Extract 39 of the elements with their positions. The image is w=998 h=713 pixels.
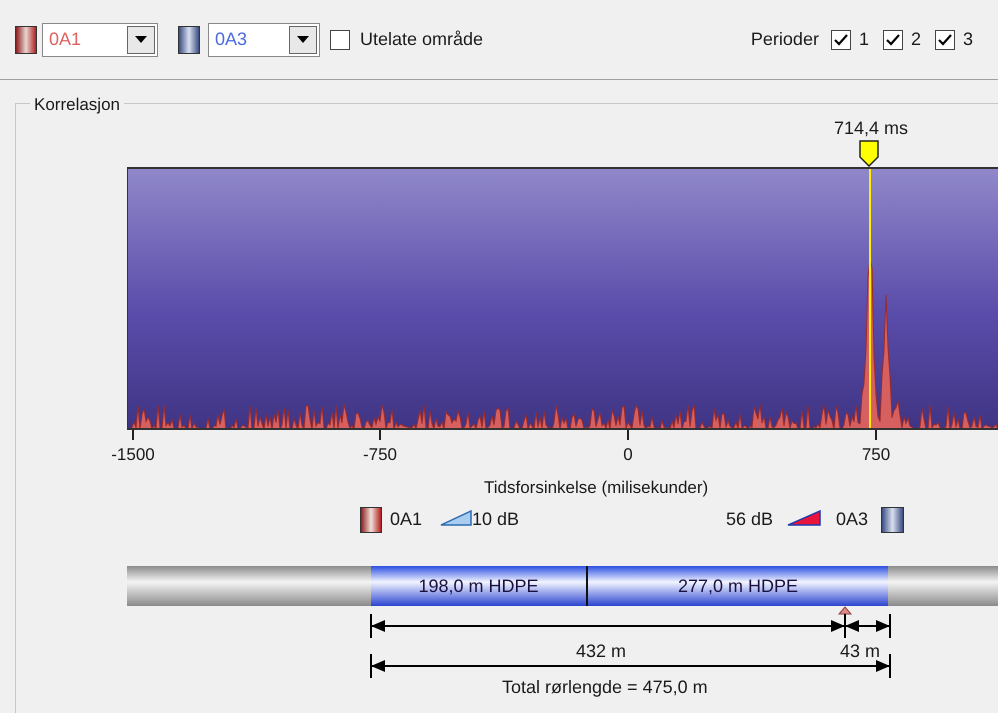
legend-label: 0A1 [390,508,422,531]
checkbox[interactable] [934,30,955,50]
checkbox[interactable] [330,30,350,50]
axis-title: Tidsforsinkelse (milisekunder) [484,477,708,499]
checkbox-label: 2 [910,28,921,51]
tick-mark [875,430,877,440]
tick-mark [627,430,629,440]
gain-icon [440,510,472,526]
distance-label: 43 m [840,640,880,663]
channel-dropdown[interactable]: 0A3 [208,22,320,56]
legend-label: 0A3 [836,508,868,531]
checkbox-label: Utelate område [360,28,484,51]
checkbox-label: 1 [858,28,869,51]
tick-mark [379,430,381,440]
pipe-segment: 277,0 m HDPE [586,566,888,606]
swatch-icon [15,26,37,54]
legend-label: 56 dB [726,508,774,531]
tick-label: 0 [623,444,633,466]
channel-dropdown[interactable]: 0A1 [42,22,158,56]
legend-label: 10 dB [472,508,520,531]
distance-label: 432 m [576,640,626,663]
gain-icon [787,510,821,526]
swatch-icon [881,507,904,533]
checkbox[interactable] [882,30,903,50]
marker-icon[interactable] [859,140,879,167]
periods-label: Perioder [750,28,819,51]
checkbox[interactable] [830,30,851,50]
total-length-label: Total rørlengde = 475,0 m [502,676,708,699]
checkbox-label: 3 [962,28,973,51]
tick-label: 750 [862,444,890,466]
dropdown-value: 0A3 [214,28,248,51]
pipe-segment: 198,0 m HDPE [371,566,586,606]
tick-label: -750 [362,444,398,466]
tick-mark [132,430,134,440]
swatch-icon [178,26,200,54]
dropdown-value: 0A1 [48,28,82,51]
tick-label: -1500 [111,444,155,466]
marker-label: 714,4 ms [834,117,908,140]
swatch-icon [360,507,382,533]
